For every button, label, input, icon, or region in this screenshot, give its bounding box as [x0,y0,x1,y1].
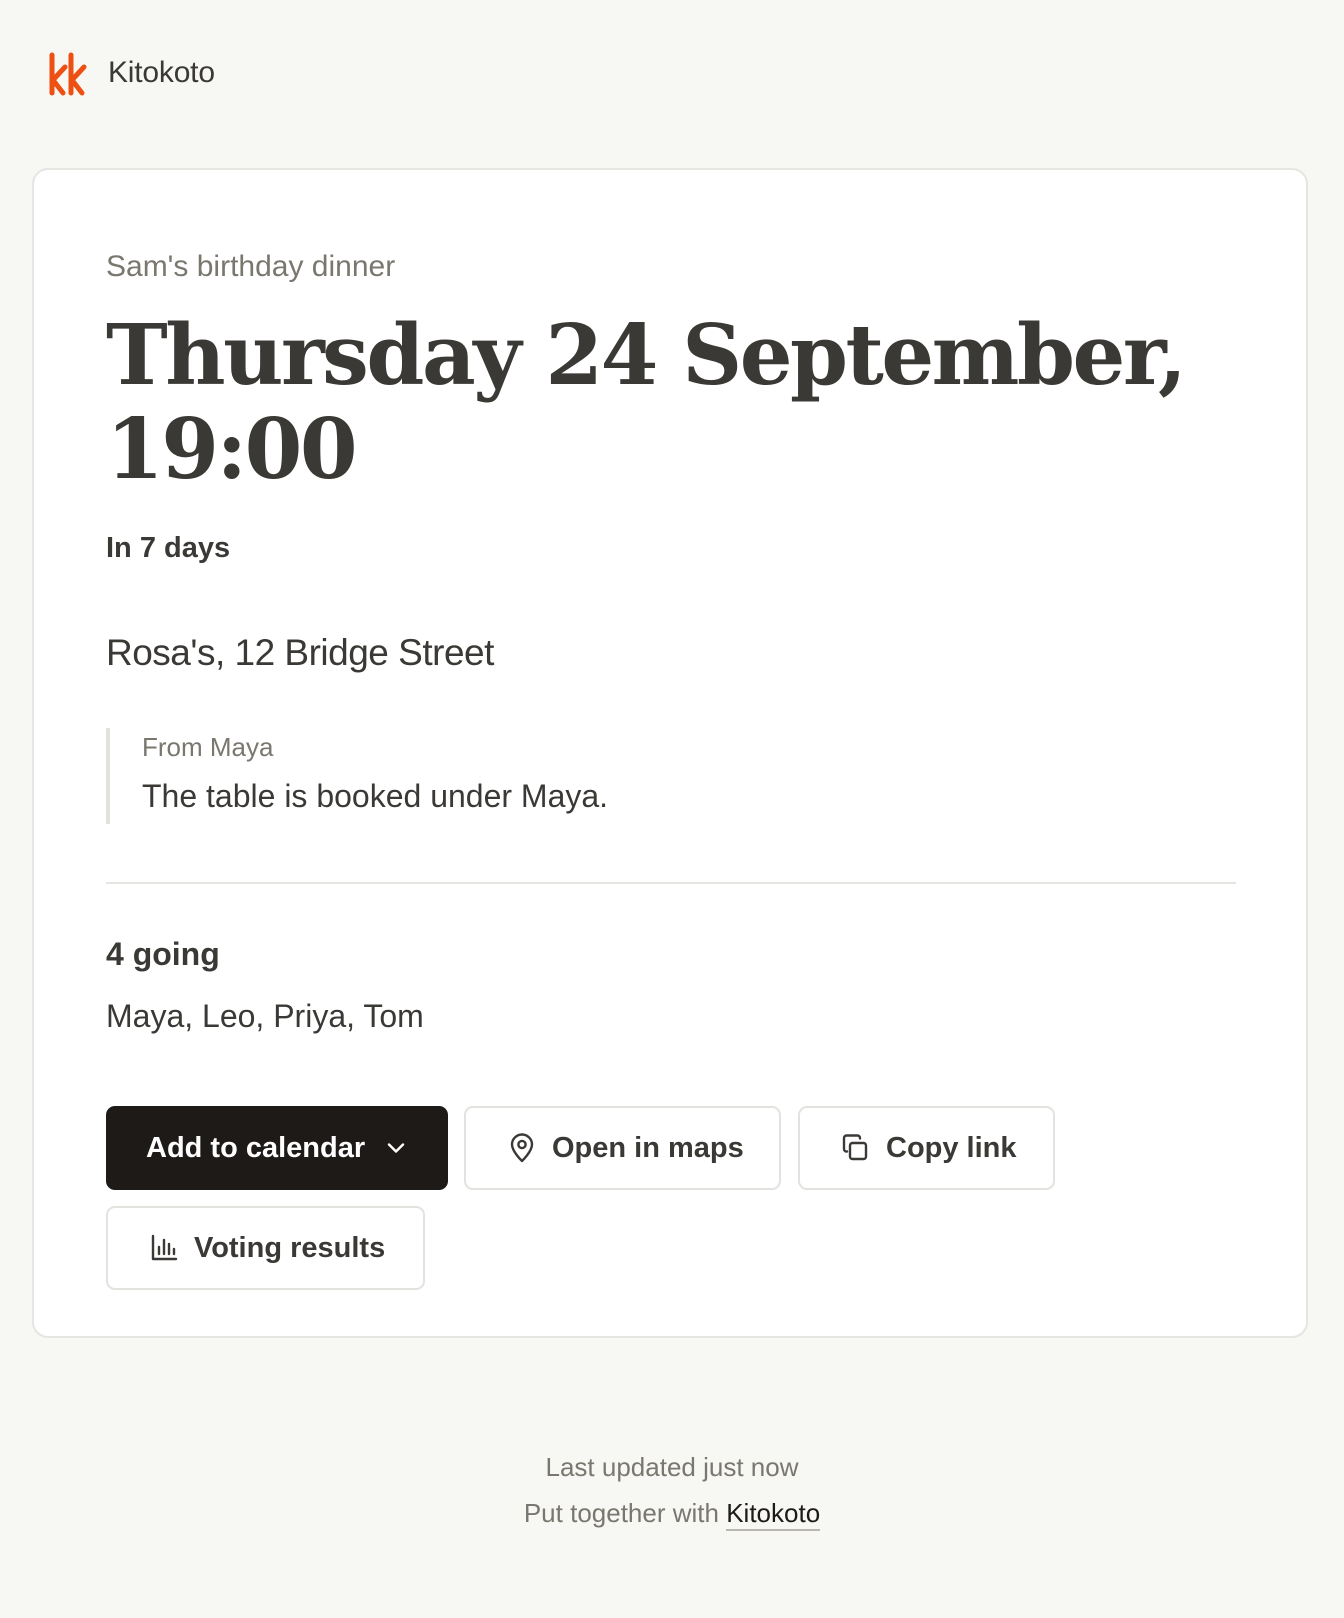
note-text: The table is booked under Maya. [142,778,609,814]
site-header: Kitokoto [48,48,215,98]
event-card: Sam's birthday dinner Thursday 24 Septem… [32,168,1308,1338]
kitokoto-footer-link[interactable]: Kitokoto [726,1498,821,1531]
open-in-maps-label: Open in maps [552,1131,744,1164]
last-updated-text: Last updated just now [545,1452,799,1482]
add-to-calendar-label: Add to calendar [146,1131,366,1164]
divider [106,882,1236,884]
kitokoto-logo-icon[interactable] [48,49,88,97]
voting-results-label: Voting results [194,1231,386,1264]
note-author: From Maya [142,732,274,762]
going-count: 4 going [106,936,220,972]
map-pin-icon [510,1133,534,1163]
event-location: Rosa's, 12 Bridge Street [106,632,494,673]
bar-chart-icon [151,1234,178,1261]
attendee-list: Maya, Leo, Priya, Tom [106,998,424,1034]
event-countdown: In 7 days [106,532,231,564]
footer-credit-prefix: Put together with [523,1498,719,1528]
event-date-line: Thursday 24 September, [106,306,1187,404]
add-to-calendar-button[interactable]: Add to calendar [106,1106,448,1190]
organizer-note: From Maya The table is booked under Maya… [106,728,1006,824]
event-name: Sam's birthday dinner [106,250,396,283]
brand-name: Kitokoto [108,56,215,89]
event-time-line: 19:00 [106,400,358,498]
footer-credit: Put together with Kitokoto [0,1498,1344,1531]
event-date-heading: Thursday 24 September, 19:00 [106,308,1206,496]
copy-icon [842,1134,868,1161]
copy-link-button[interactable]: Copy link [798,1106,1055,1190]
voting-results-button[interactable]: Voting results [106,1206,425,1290]
chevron-down-icon [387,1143,405,1153]
copy-link-label: Copy link [886,1131,1017,1164]
open-in-maps-button[interactable]: Open in maps [464,1106,781,1190]
